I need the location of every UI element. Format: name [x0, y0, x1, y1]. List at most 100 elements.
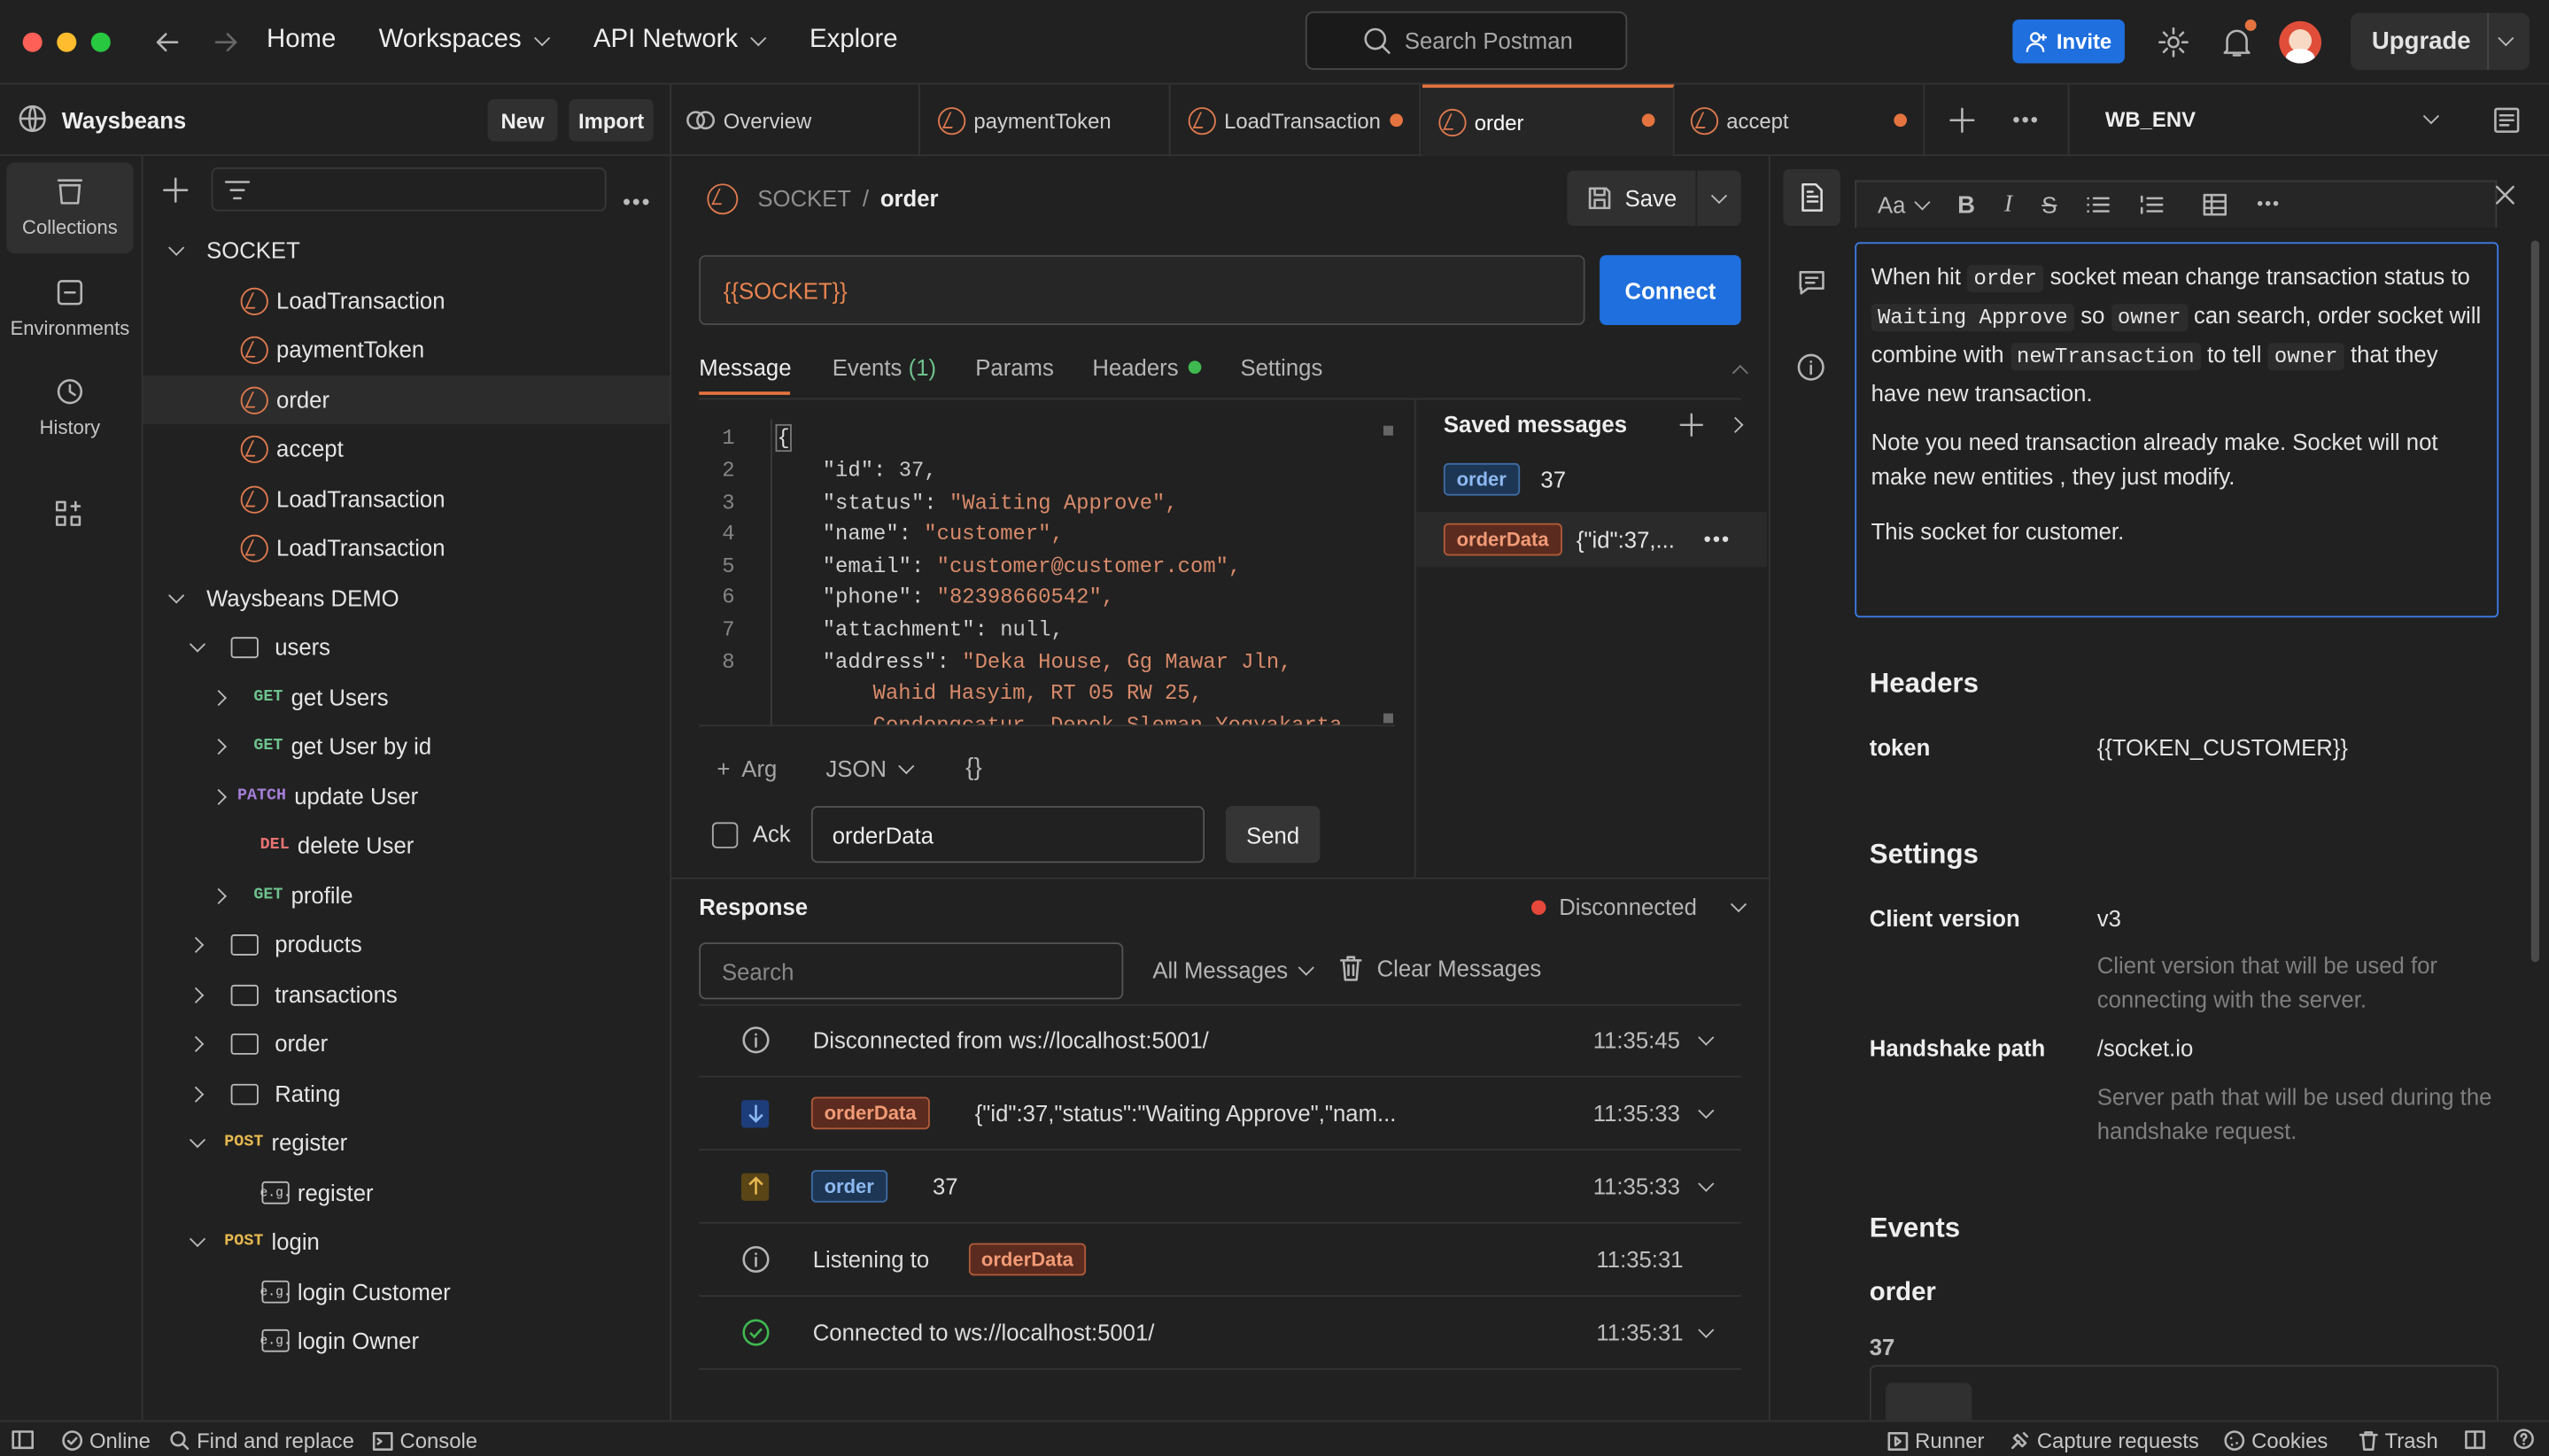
tab-loadtransaction[interactable]: LoadTransaction [1172, 84, 1422, 157]
italic-icon[interactable]: I [2004, 191, 2012, 219]
response-row[interactable]: orderData {"id":37,"status":"Waiting Appr… [699, 1077, 1741, 1151]
add-arg-button[interactable]: + Arg [717, 755, 777, 781]
capture-requests-button[interactable]: Capture requests [2010, 1429, 2199, 1452]
more-options-icon[interactable]: ••• [623, 189, 652, 214]
notifications-bell-icon[interactable] [2222, 26, 2251, 58]
request-get-user-by-id[interactable]: GET get User by id [143, 722, 670, 771]
beautify-button[interactable]: {} [965, 754, 981, 781]
request-register[interactable]: POST register [143, 1118, 670, 1166]
text-style-select[interactable]: Aa [1878, 192, 1931, 218]
save-options-button[interactable] [1697, 170, 1741, 227]
sidebar-item-order[interactable]: order [143, 375, 670, 424]
chevron-down-icon[interactable] [2498, 30, 2514, 47]
runner-button[interactable]: Runner [1887, 1429, 1984, 1452]
request-delete-user[interactable]: DEL delete User [143, 821, 670, 870]
format-select[interactable]: JSON [825, 755, 915, 782]
rail-history[interactable]: History [6, 362, 133, 453]
ack-checkbox[interactable] [711, 822, 739, 848]
trash-button[interactable]: Trash [2359, 1429, 2438, 1452]
layout-toggle-icon[interactable] [2465, 1430, 2486, 1450]
nav-explore[interactable]: Explore [810, 26, 898, 55]
breadcrumb-collection[interactable]: SOCKET [757, 185, 851, 211]
find-replace-button[interactable]: Find and replace [169, 1429, 354, 1452]
message-filter-select[interactable]: All Messages [1152, 957, 1315, 983]
info-icon[interactable] [1796, 352, 1825, 382]
clear-messages-button[interactable]: Clear Messages [1338, 954, 1541, 983]
new-button[interactable]: New [487, 98, 558, 142]
example-register[interactable]: e.g. register [143, 1168, 670, 1217]
sidebar-item-loadtransaction-3[interactable]: LoadTransaction [143, 523, 670, 572]
new-tab-plus-icon[interactable] [1949, 107, 1975, 133]
documentation-editor[interactable]: When hit order socket mean change transa… [1855, 242, 2499, 618]
example-login-customer[interactable]: e.g. login Customer [143, 1267, 670, 1316]
right-panel-scrollbar[interactable] [2530, 240, 2539, 963]
request-get-users[interactable]: GET get Users [143, 673, 670, 722]
settings-gear-icon[interactable] [2158, 26, 2190, 58]
event-name-input[interactable]: orderData [810, 806, 1205, 864]
environment-quick-look-icon[interactable] [2492, 105, 2522, 135]
online-status[interactable]: Online [62, 1429, 151, 1452]
numbered-list-icon[interactable] [2140, 195, 2165, 214]
sidebar-item-paymenttoken[interactable]: paymentToken [143, 325, 670, 374]
configure-sidebar-icon[interactable] [54, 499, 83, 528]
strikethrough-icon[interactable]: S [2042, 192, 2057, 218]
cookies-button[interactable]: Cookies [2224, 1429, 2328, 1452]
bullet-list-icon[interactable] [2086, 195, 2111, 214]
folder-rating[interactable]: Rating [143, 1069, 670, 1118]
collection-socket[interactable]: SOCKET [143, 226, 670, 275]
environment-selector[interactable]: WB_ENV [2105, 107, 2196, 132]
response-search-input[interactable]: Search [699, 942, 1124, 1000]
folder-users[interactable]: users [143, 623, 670, 671]
connect-button[interactable]: Connect [1600, 255, 1741, 325]
saved-message-order[interactable]: order 37 [1443, 462, 1566, 496]
documentation-tab[interactable] [1783, 168, 1840, 227]
folder-transactions[interactable]: transactions [143, 970, 670, 1018]
close-window-button[interactable] [22, 32, 43, 52]
forward-arrow-icon[interactable] [212, 27, 241, 57]
response-row[interactable]: Connected to ws://localhost:5001/11:35:3… [699, 1297, 1741, 1370]
folder-products[interactable]: products [143, 920, 670, 969]
folder-order[interactable]: order [143, 1018, 670, 1067]
import-button[interactable]: Import [569, 98, 654, 142]
add-saved-message-icon[interactable] [1679, 413, 1704, 438]
avatar[interactable] [2279, 20, 2322, 64]
request-login[interactable]: POST login [143, 1217, 670, 1266]
request-profile[interactable]: GET profile [143, 871, 670, 919]
tab-headers[interactable]: Headers [1092, 354, 1202, 380]
search-bar[interactable]: Search Postman [1305, 11, 1628, 70]
url-input[interactable]: {{SOCKET}} [699, 255, 1585, 325]
rail-environments[interactable]: Environments [6, 263, 133, 354]
minimize-window-button[interactable] [57, 32, 77, 52]
save-button[interactable]: Save [1567, 170, 1696, 227]
close-icon[interactable] [2494, 183, 2517, 206]
tab-message[interactable]: Message [699, 354, 791, 380]
comments-icon[interactable] [1798, 270, 1825, 296]
nav-api-network[interactable]: API Network [593, 26, 767, 55]
saved-message-more-icon[interactable]: ••• [1704, 526, 1732, 551]
console-button[interactable]: Console [372, 1429, 477, 1452]
sidebar-item-loadtransaction[interactable]: LoadTransaction [143, 276, 670, 325]
tab-paymenttoken[interactable]: paymentToken [922, 84, 1171, 157]
maximize-window-button[interactable] [90, 32, 111, 52]
chevron-down-icon[interactable] [1730, 895, 1747, 913]
scrollbar-top[interactable] [1383, 425, 1393, 436]
add-collection-icon[interactable] [163, 177, 189, 203]
bold-icon[interactable]: B [1957, 191, 1975, 219]
response-row[interactable]: order 37 11:35:33 [699, 1150, 1741, 1224]
tabs-more-icon[interactable]: ••• [2012, 107, 2040, 132]
tab-events[interactable]: Events (1) [833, 354, 936, 380]
sidebar-item-loadtransaction-2[interactable]: LoadTransaction [143, 475, 670, 523]
toggle-sidebar-icon[interactable] [12, 1430, 35, 1450]
example-login-owner[interactable]: e.g. login Owner [143, 1316, 670, 1365]
response-row[interactable]: Disconnected from ws://localhost:5001/11… [699, 1004, 1741, 1078]
collection-waysbeans-demo[interactable]: Waysbeans DEMO [143, 574, 670, 623]
collapse-chevron-up-icon[interactable] [1732, 365, 1748, 382]
help-icon[interactable] [2514, 1429, 2535, 1450]
send-button[interactable]: Send [1225, 806, 1321, 864]
sidebar-item-accept[interactable]: accept [143, 424, 670, 473]
tab-accept[interactable]: accept [1676, 84, 1925, 157]
event-code-tab[interactable] [1886, 1382, 1972, 1421]
upgrade-button[interactable]: Upgrade [2351, 12, 2530, 70]
request-update-user[interactable]: PATCH update User [143, 772, 670, 821]
invite-button[interactable]: Invite [2012, 19, 2125, 64]
